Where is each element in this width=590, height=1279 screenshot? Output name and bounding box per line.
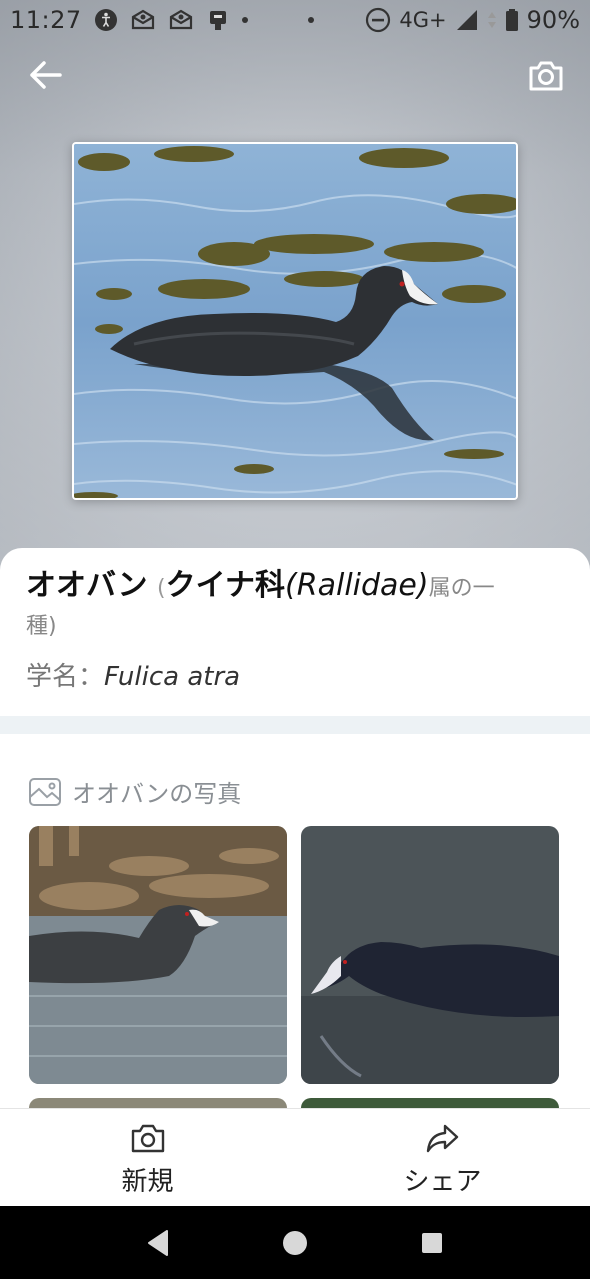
triangle-back-icon [148,1229,169,1256]
back-button[interactable] [24,55,68,95]
coot-photo-image [301,826,559,1084]
camera-icon [131,1124,164,1153]
circle-home-icon [282,1230,307,1255]
do-not-disturb-icon [366,7,391,33]
coot-photo-image [29,826,287,1084]
camera-icon [529,61,563,91]
status-notification-icons [94,8,314,32]
share-icon [426,1124,458,1153]
gallery-header: オオバンの写真 [28,774,241,809]
nav-home-button[interactable] [275,1223,315,1263]
new-label: 新規 [121,1167,174,1197]
share-label: シェア [403,1167,482,1197]
species-title: オオバン (クイナ科(Rallidae)属の一 [26,566,564,609]
share-button[interactable]: シェア [295,1109,590,1206]
status-system-icons: 4G+ 90% [365,6,580,34]
scientific-name-label: 学名： [26,662,105,692]
new-button[interactable]: 新規 [0,1109,295,1206]
family-latin-name[interactable]: (Rallidae) [285,568,429,603]
accessibility-icon [94,9,117,31]
app-notification-icon [209,11,226,30]
arrow-left-icon [30,61,62,89]
status-bar: 11:27 4G+ 90% [0,0,590,40]
status-time: 11:27 [10,6,82,34]
paren-open: ( [157,576,166,601]
scientific-name: Fulica atra [104,662,241,692]
species-name: オオバン [26,568,148,603]
mail-icon [169,9,192,30]
notification-dot [241,17,248,23]
square-recents-icon [421,1232,442,1253]
notification-dot [307,17,314,23]
species-info-card: オオバン (クイナ科(Rallidae)属の一 種) 学名：Fulica atr… [0,548,590,718]
scientific-name-row: 学名：Fulica atra [26,656,564,693]
family-name[interactable]: クイナ科 [166,568,285,603]
gallery-title: オオバンの写真 [72,780,242,808]
image-icon [29,777,61,806]
data-arrows-icon [487,12,496,28]
mail-icon [131,9,154,30]
battery-percent: 90% [526,6,580,34]
species-title-line2: 種) [26,609,564,642]
main-bird-photo[interactable] [72,142,518,500]
battery-icon [505,9,518,31]
network-type: 4G+ [399,8,447,32]
bottom-action-bar: 新規 シェア [0,1108,590,1206]
nav-back-button[interactable] [138,1223,178,1263]
genus-suffix: 属の一 [428,576,495,601]
coot-photo-image [74,144,516,498]
section-divider [0,716,590,734]
camera-button[interactable] [526,55,566,95]
nav-recents-button[interactable] [412,1223,452,1263]
system-nav-bar [0,1206,590,1279]
signal-icon [456,10,477,30]
gallery-photo-1[interactable] [29,826,287,1084]
gallery-photo-2[interactable] [301,826,559,1084]
genus-suffix-line2: 種) [26,614,57,639]
